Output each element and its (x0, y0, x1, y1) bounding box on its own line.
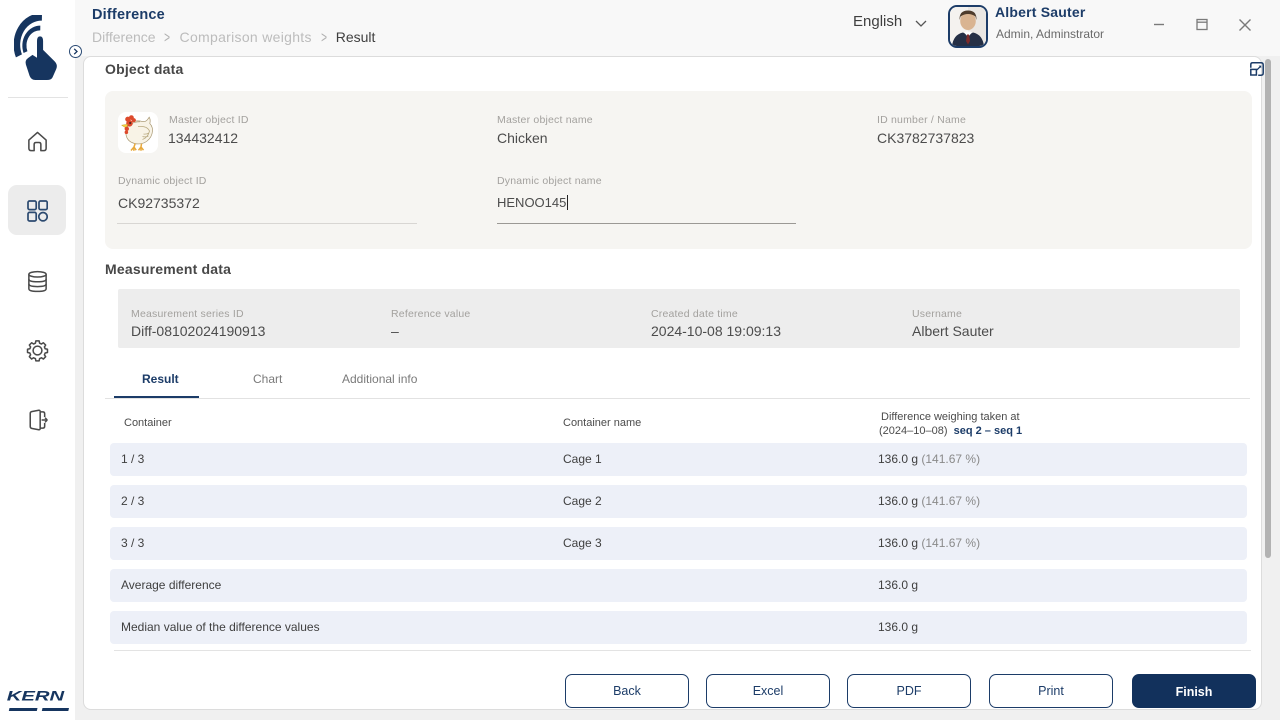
svg-text:KERN: KERN (7, 689, 65, 704)
